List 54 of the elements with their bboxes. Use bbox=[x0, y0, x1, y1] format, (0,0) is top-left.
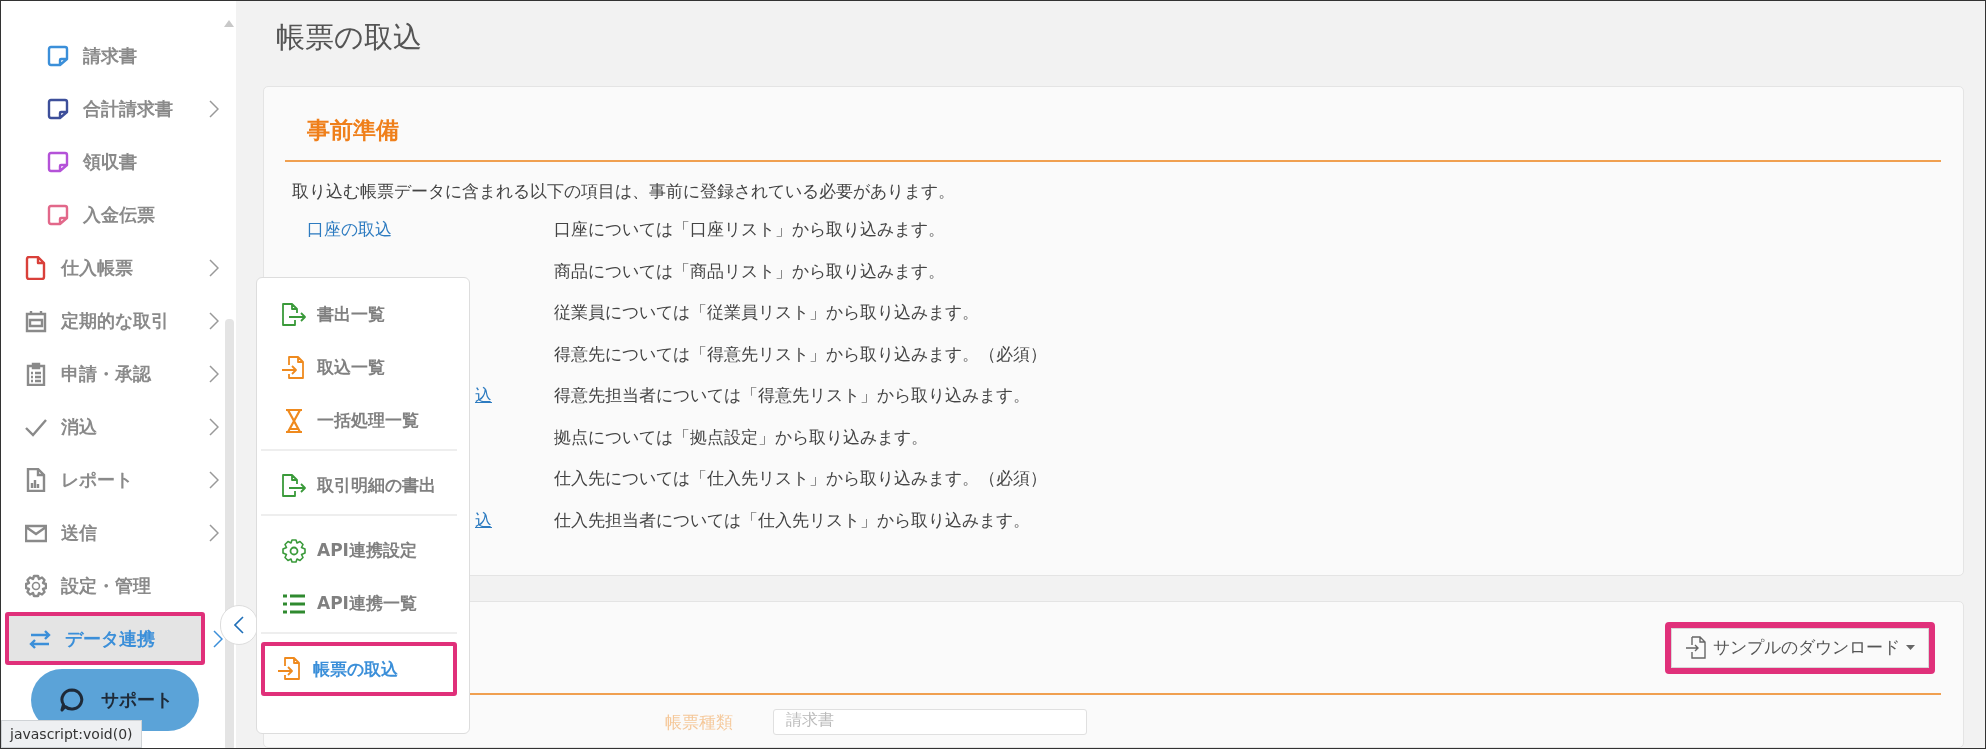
sidebar-item[interactable]: 入金伝票 bbox=[1, 188, 201, 241]
scroll-up-icon[interactable] bbox=[224, 20, 234, 27]
download-button[interactable]: サンプルのダウンロード bbox=[1665, 621, 1935, 674]
import-link[interactable]: 口座の取込 bbox=[285, 218, 392, 242]
sidebar-item[interactable]: 送信 bbox=[1, 506, 201, 559]
import-icon bbox=[281, 354, 307, 381]
chat-bubble-icon bbox=[59, 687, 85, 713]
select-field[interactable]: 請求書 bbox=[773, 709, 1087, 735]
description-text: 仕入先については「仕入先リスト」から取り込みます。（必須） bbox=[554, 467, 1047, 491]
description-text: 得意先担当者については「得意先リスト」から取り込みます。 bbox=[554, 384, 1030, 408]
sidebar-item[interactable]: 消込 bbox=[1, 400, 201, 453]
sidebar-item[interactable]: 合計請求書 bbox=[1, 82, 201, 135]
export-icon bbox=[281, 472, 307, 499]
scrollbar[interactable] bbox=[225, 319, 234, 748]
sidebar-item[interactable]: レポート bbox=[1, 453, 201, 506]
status-url: javascript:void(0) bbox=[1, 720, 142, 748]
description-text: 口座については「口座リスト」から取り込みます。 bbox=[554, 218, 945, 242]
chevron-right-icon[interactable] bbox=[209, 523, 219, 542]
sidebar-item[interactable]: 領収書 bbox=[1, 135, 201, 188]
caret-icon bbox=[1906, 645, 1915, 650]
gear-icon bbox=[281, 537, 307, 564]
sidebar-item[interactable]: 設定・管理 bbox=[1, 559, 201, 612]
menu-item[interactable]: API連携一覧 bbox=[261, 577, 457, 630]
chevron-right-icon[interactable] bbox=[209, 99, 219, 118]
chevron-right-icon[interactable] bbox=[209, 470, 219, 489]
menu-item[interactable]: 取込一覧 bbox=[261, 341, 457, 394]
description-text: 商品については「商品リスト」から取り込みます。 bbox=[554, 259, 945, 283]
chevron-right-icon[interactable] bbox=[209, 364, 219, 383]
file-import-icon bbox=[1685, 635, 1707, 660]
chevron-right-icon[interactable] bbox=[209, 258, 219, 277]
menu-item[interactable]: 取引明細の書出 bbox=[261, 459, 457, 512]
chevron-left-icon bbox=[234, 616, 244, 634]
page-title: 帳票の取込 bbox=[275, 19, 423, 56]
chevron-right-icon[interactable] bbox=[213, 629, 223, 648]
description-text: 従業員については「従業員リスト」から取り込みます。 bbox=[554, 301, 979, 325]
intro-text: 取り込む帳票データに含まれる以下の項目は、事前に登録されている必要があります。 bbox=[292, 180, 956, 203]
sidebar-item[interactable]: 定期的な取引 bbox=[1, 294, 201, 347]
description-text: 得意先については「得意先リスト」から取り込みます。（必須） bbox=[554, 342, 1047, 366]
sidebar-item[interactable]: 請求書 bbox=[1, 29, 201, 82]
section-heading: 事前準備 bbox=[285, 115, 1941, 162]
chevron-right-icon[interactable] bbox=[209, 417, 219, 436]
sidebar-item[interactable]: 申請・承認 bbox=[1, 347, 201, 400]
description-text: 仕入先担当者については「仕入先リスト」から取り込みます。 bbox=[554, 508, 1030, 532]
export-icon bbox=[281, 301, 307, 328]
chevron-right-icon[interactable] bbox=[209, 311, 219, 330]
import-icon bbox=[277, 656, 303, 682]
menu-item[interactable]: 書出一覧 bbox=[261, 288, 457, 341]
menu-item[interactable]: 帳票の取込 bbox=[261, 642, 457, 696]
sidebar-item[interactable]: 仕入帳票 bbox=[1, 241, 201, 294]
menu-item[interactable]: API連携設定 bbox=[261, 524, 457, 577]
description-text: 拠点については「拠点設定」から取り込みます。 bbox=[554, 425, 928, 449]
menu-item[interactable]: 一括処理一覧 bbox=[261, 394, 457, 447]
sidebar-item[interactable]: データ連携 bbox=[5, 612, 205, 665]
form-label: 帳票種類 bbox=[665, 710, 733, 734]
